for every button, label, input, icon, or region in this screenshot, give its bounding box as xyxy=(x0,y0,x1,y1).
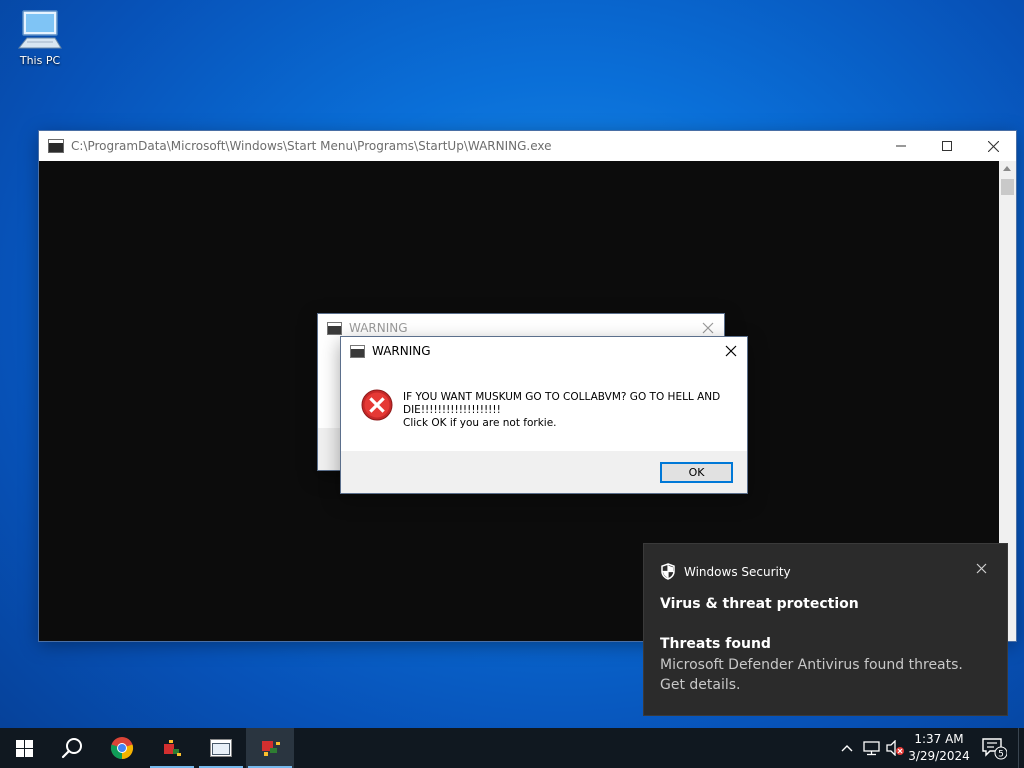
taskbar-clock[interactable]: 1:37 AM 3/29/2024 xyxy=(906,731,972,765)
computer-icon xyxy=(17,10,62,49)
close-button[interactable] xyxy=(970,131,1016,161)
minimize-icon xyxy=(896,145,906,147)
dialog-title: WARNING xyxy=(372,344,431,358)
error-icon xyxy=(361,389,393,421)
tray-volume-button[interactable] xyxy=(884,728,906,768)
desktop-icon-this-pc[interactable]: This PC xyxy=(12,8,68,67)
console-titlebar[interactable]: C:\ProgramData\Microsoft\Windows\Start M… xyxy=(39,131,1016,161)
clock-date: 3/29/2024 xyxy=(908,749,970,763)
scrollbar-thumb[interactable] xyxy=(1001,179,1014,195)
maximize-button[interactable] xyxy=(924,131,970,161)
console-app-icon xyxy=(210,739,232,757)
dialog-body: IF YOU WANT MUSKUM GO TO COLLABVM? GO TO… xyxy=(361,389,729,430)
console-app-icon xyxy=(48,139,64,153)
search-button[interactable] xyxy=(48,728,96,768)
shield-icon xyxy=(661,563,675,580)
maximize-icon xyxy=(942,141,952,151)
minimize-button[interactable] xyxy=(878,131,924,161)
notification-detail[interactable]: Microsoft Defender Antivirus found threa… xyxy=(660,655,990,695)
dialog-message-line: IF YOU WANT MUSKUM GO TO COLLABVM? GO TO… xyxy=(403,391,721,403)
dialog-app-icon xyxy=(327,321,342,335)
volume-muted-icon xyxy=(886,740,904,756)
taskbar-chrome[interactable] xyxy=(98,728,146,768)
dialog-app-icon xyxy=(350,344,365,358)
warning-dialog[interactable]: WARNING IF YOU WANT MUSKUM GO TO COLLABV… xyxy=(340,336,748,494)
notification-heading: Virus & threat protection xyxy=(660,596,859,612)
dialog-titlebar[interactable]: WARNING xyxy=(341,337,747,365)
taskbar: 1:37 AM 3/29/2024 5 xyxy=(0,728,1024,768)
close-icon[interactable] xyxy=(723,343,739,359)
dialog-message: IF YOU WANT MUSKUM GO TO COLLABVM? GO TO… xyxy=(403,391,720,430)
chrome-icon xyxy=(110,737,134,760)
taskbar-app[interactable] xyxy=(148,728,196,768)
action-center-button[interactable]: 5 xyxy=(978,728,1010,768)
start-icon xyxy=(15,739,33,757)
dialog-message-line: DIE!!!!!!!!!!!!!!!!!!! xyxy=(403,404,501,416)
close-icon[interactable] xyxy=(700,320,716,336)
taskbar-console[interactable] xyxy=(197,728,245,768)
tray-overflow-button[interactable] xyxy=(837,728,857,768)
notification-icon: 5 xyxy=(982,738,1007,760)
search-icon xyxy=(61,738,82,759)
show-desktop-button[interactable] xyxy=(1018,728,1024,768)
dialog-message-line: Click OK if you are not forkie. xyxy=(403,417,557,429)
ok-button[interactable]: OK xyxy=(660,462,733,483)
notification-count: 5 xyxy=(998,750,1004,760)
app-icon xyxy=(164,740,181,756)
notification-app-name: Windows Security xyxy=(684,564,791,579)
background-dialog-title: WARNING xyxy=(349,321,408,335)
notification-app: Windows Security xyxy=(660,563,791,580)
warning-app-icon xyxy=(262,741,280,756)
close-icon xyxy=(987,140,999,152)
chevron-up-icon xyxy=(841,745,853,752)
tray-network-button[interactable] xyxy=(860,728,882,768)
taskbar-warning-app[interactable] xyxy=(246,728,294,768)
security-notification[interactable]: Windows Security Virus & threat protecti… xyxy=(644,544,1007,715)
scroll-up-icon[interactable] xyxy=(1003,166,1011,171)
close-icon[interactable] xyxy=(976,563,987,574)
notification-subheading: Threats found xyxy=(660,636,771,652)
start-button[interactable] xyxy=(0,728,48,768)
network-icon xyxy=(862,740,880,755)
desktop-icon-label: This PC xyxy=(19,54,61,67)
console-title: C:\ProgramData\Microsoft\Windows\Start M… xyxy=(71,139,552,153)
clock-time: 1:37 AM xyxy=(914,732,964,746)
